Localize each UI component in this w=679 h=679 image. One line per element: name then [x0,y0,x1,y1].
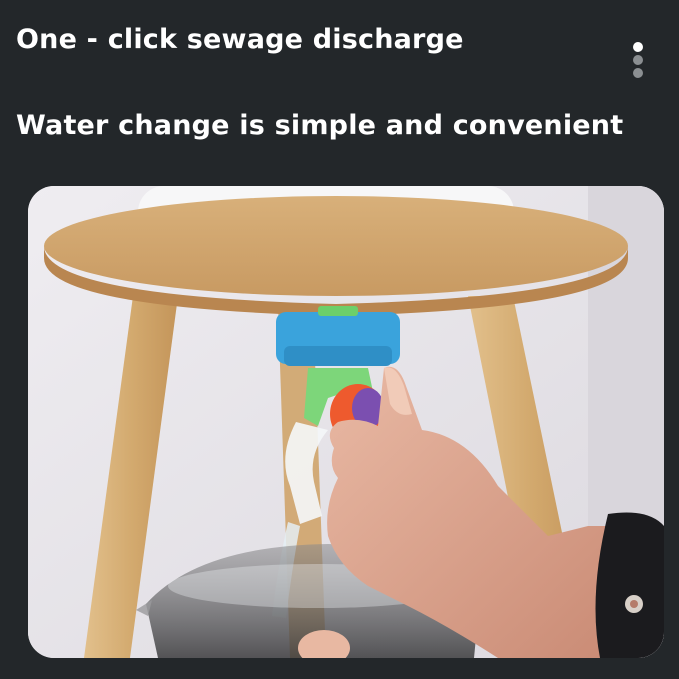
carousel-pager [633,42,645,81]
headline-one-click-discharge: One - click sewage discharge [16,24,464,55]
product-photo [28,186,664,658]
product-photo-illustration [28,186,664,658]
page: One - click sewage discharge Water chang… [0,0,679,679]
headline-water-change: Water change is simple and convenient [16,110,624,141]
pager-dot-1[interactable] [633,42,643,52]
pager-dot-3[interactable] [633,68,643,78]
pager-dot-2[interactable] [633,55,643,65]
